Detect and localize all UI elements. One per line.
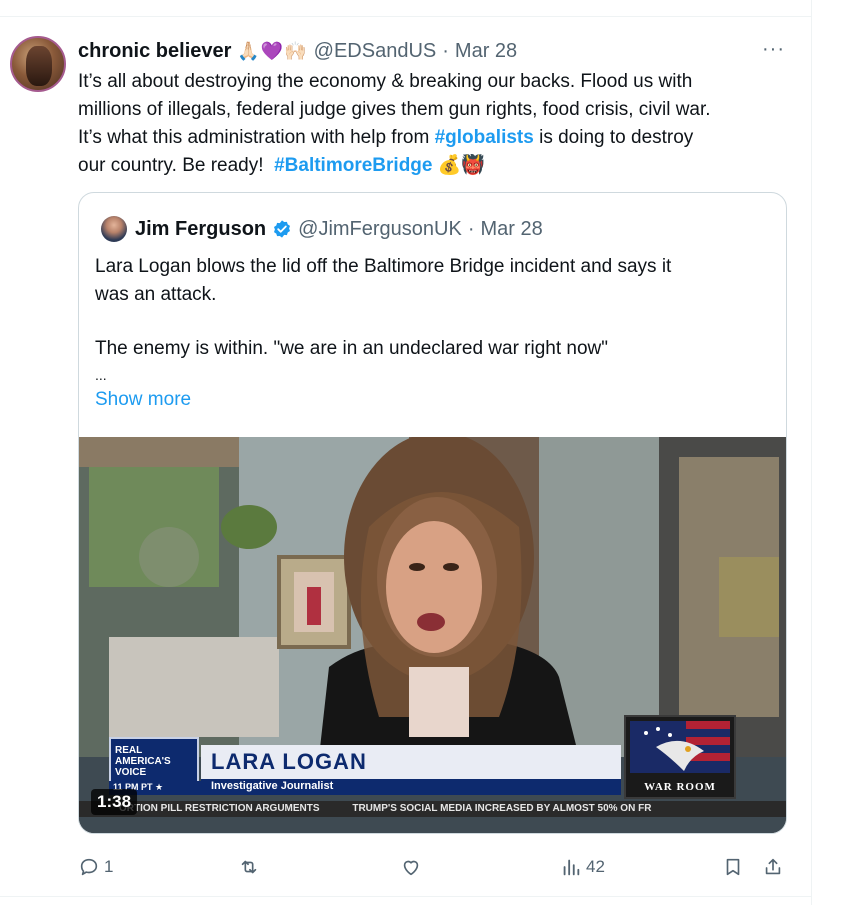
tweet-line-part: our country. Be ready! <box>78 155 264 176</box>
network-logo-line: REAL <box>115 745 143 756</box>
lower-third-title: Investigative Journalist <box>201 779 621 795</box>
dot-separator: · <box>442 39 449 62</box>
warroom-logo: WAR ROOM <box>624 715 736 799</box>
author-name[interactable]: chronic believer <box>78 40 231 63</box>
quoted-tweet-card[interactable]: Jim Ferguson @JimFergusonUK · Mar 28 Lar… <box>78 192 787 834</box>
video-player[interactable]: REAL AMERICA'S VOICE LARA LOGAN Investig… <box>79 437 786 833</box>
truncation-ellipsis: ... <box>95 367 107 383</box>
tweet-line-part: is doing to destroy <box>539 127 694 148</box>
reply-button[interactable]: 1 <box>78 852 113 882</box>
repost-button[interactable] <box>238 852 264 882</box>
quoted-line: was an attack. <box>95 284 217 305</box>
like-button[interactable] <box>400 852 426 882</box>
right-divider <box>811 0 812 905</box>
lower-third-name: LARA LOGAN <box>201 745 621 779</box>
warroom-label: WAR ROOM <box>644 781 716 793</box>
quoted-line: The enemy is within. "we are in an undec… <box>95 338 609 359</box>
tweet-text: It’s all about destroying the economy & … <box>78 68 798 180</box>
tweet-line: our country. Be ready! #BaltimoreBridge … <box>78 152 798 180</box>
author-avatar[interactable] <box>10 36 66 92</box>
bookmark-button[interactable] <box>722 852 744 882</box>
quoted-tweet-text: Lara Logan blows the lid off the Baltimo… <box>95 253 775 363</box>
repost-icon <box>241 860 257 874</box>
hashtag-globalists[interactable]: #globalists <box>435 127 534 148</box>
news-ticker: ORTION PILL RESTRICTION ARGUMENTS TRUMP'… <box>79 801 786 817</box>
author-name-emojis: 🙏🏻💜🙌🏻 <box>237 40 308 61</box>
tweet-line: It’s what this administration with help … <box>78 124 798 152</box>
network-logo-line: AMERICA'S <box>115 756 171 767</box>
tweet-action-bar: 1 42 <box>78 852 788 882</box>
author-handle[interactable]: @EDSandUS <box>314 40 437 63</box>
hashtag-baltimorebridge[interactable]: #BaltimoreBridge <box>274 155 432 176</box>
tweet-line-part: It’s what this administration with help … <box>78 127 430 148</box>
ticker-item: ORTION PILL RESTRICTION ARGUMENTS <box>119 803 320 814</box>
share-button[interactable] <box>762 852 784 882</box>
top-divider <box>0 16 812 17</box>
ticker-item: TRUMP'S SOCIAL MEDIA INCREASED BY ALMOST… <box>352 803 652 814</box>
verified-badge-icon <box>274 220 291 238</box>
reply-icon <box>80 858 98 876</box>
more-options-icon[interactable]: ··· <box>762 38 785 61</box>
quoted-author-avatar[interactable] <box>101 216 127 242</box>
trailing-emojis: 💰👹 <box>437 155 486 176</box>
show-more-link[interactable]: Show more <box>95 389 191 411</box>
tweet-header: chronic believer 🙏🏻💜🙌🏻 @EDSandUS · Mar 2… <box>78 38 517 64</box>
dot-separator: · <box>467 217 475 240</box>
tweet-line: millions of illegals, federal judge give… <box>78 99 711 120</box>
heart-icon <box>403 860 419 876</box>
views-button[interactable]: 42 <box>560 852 605 882</box>
bottom-divider <box>0 896 812 897</box>
quoted-tweet-header: Jim Ferguson @JimFergusonUK · Mar 28 <box>135 215 543 243</box>
reply-count: 1 <box>104 857 114 876</box>
quoted-tweet-date[interactable]: Mar 28 <box>481 218 543 241</box>
eagle-flag-icon <box>630 721 730 773</box>
bookmark-icon <box>726 858 740 876</box>
video-duration: 1:38 <box>91 789 138 815</box>
lower-third-graphic: REAL AMERICA'S VOICE LARA LOGAN Investig… <box>109 737 629 797</box>
quoted-author-name[interactable]: Jim Ferguson <box>135 218 266 241</box>
views-count: 42 <box>586 857 605 876</box>
tweet-date[interactable]: Mar 28 <box>455 40 517 63</box>
share-icon <box>765 858 781 875</box>
quoted-line: Lara Logan blows the lid off the Baltimo… <box>95 256 672 277</box>
tweet-line: It’s all about destroying the economy & … <box>78 71 693 92</box>
network-logo-line: VOICE <box>115 767 147 778</box>
quoted-author-handle[interactable]: @JimFergusonUK <box>298 218 462 241</box>
views-chart-icon <box>563 859 580 876</box>
